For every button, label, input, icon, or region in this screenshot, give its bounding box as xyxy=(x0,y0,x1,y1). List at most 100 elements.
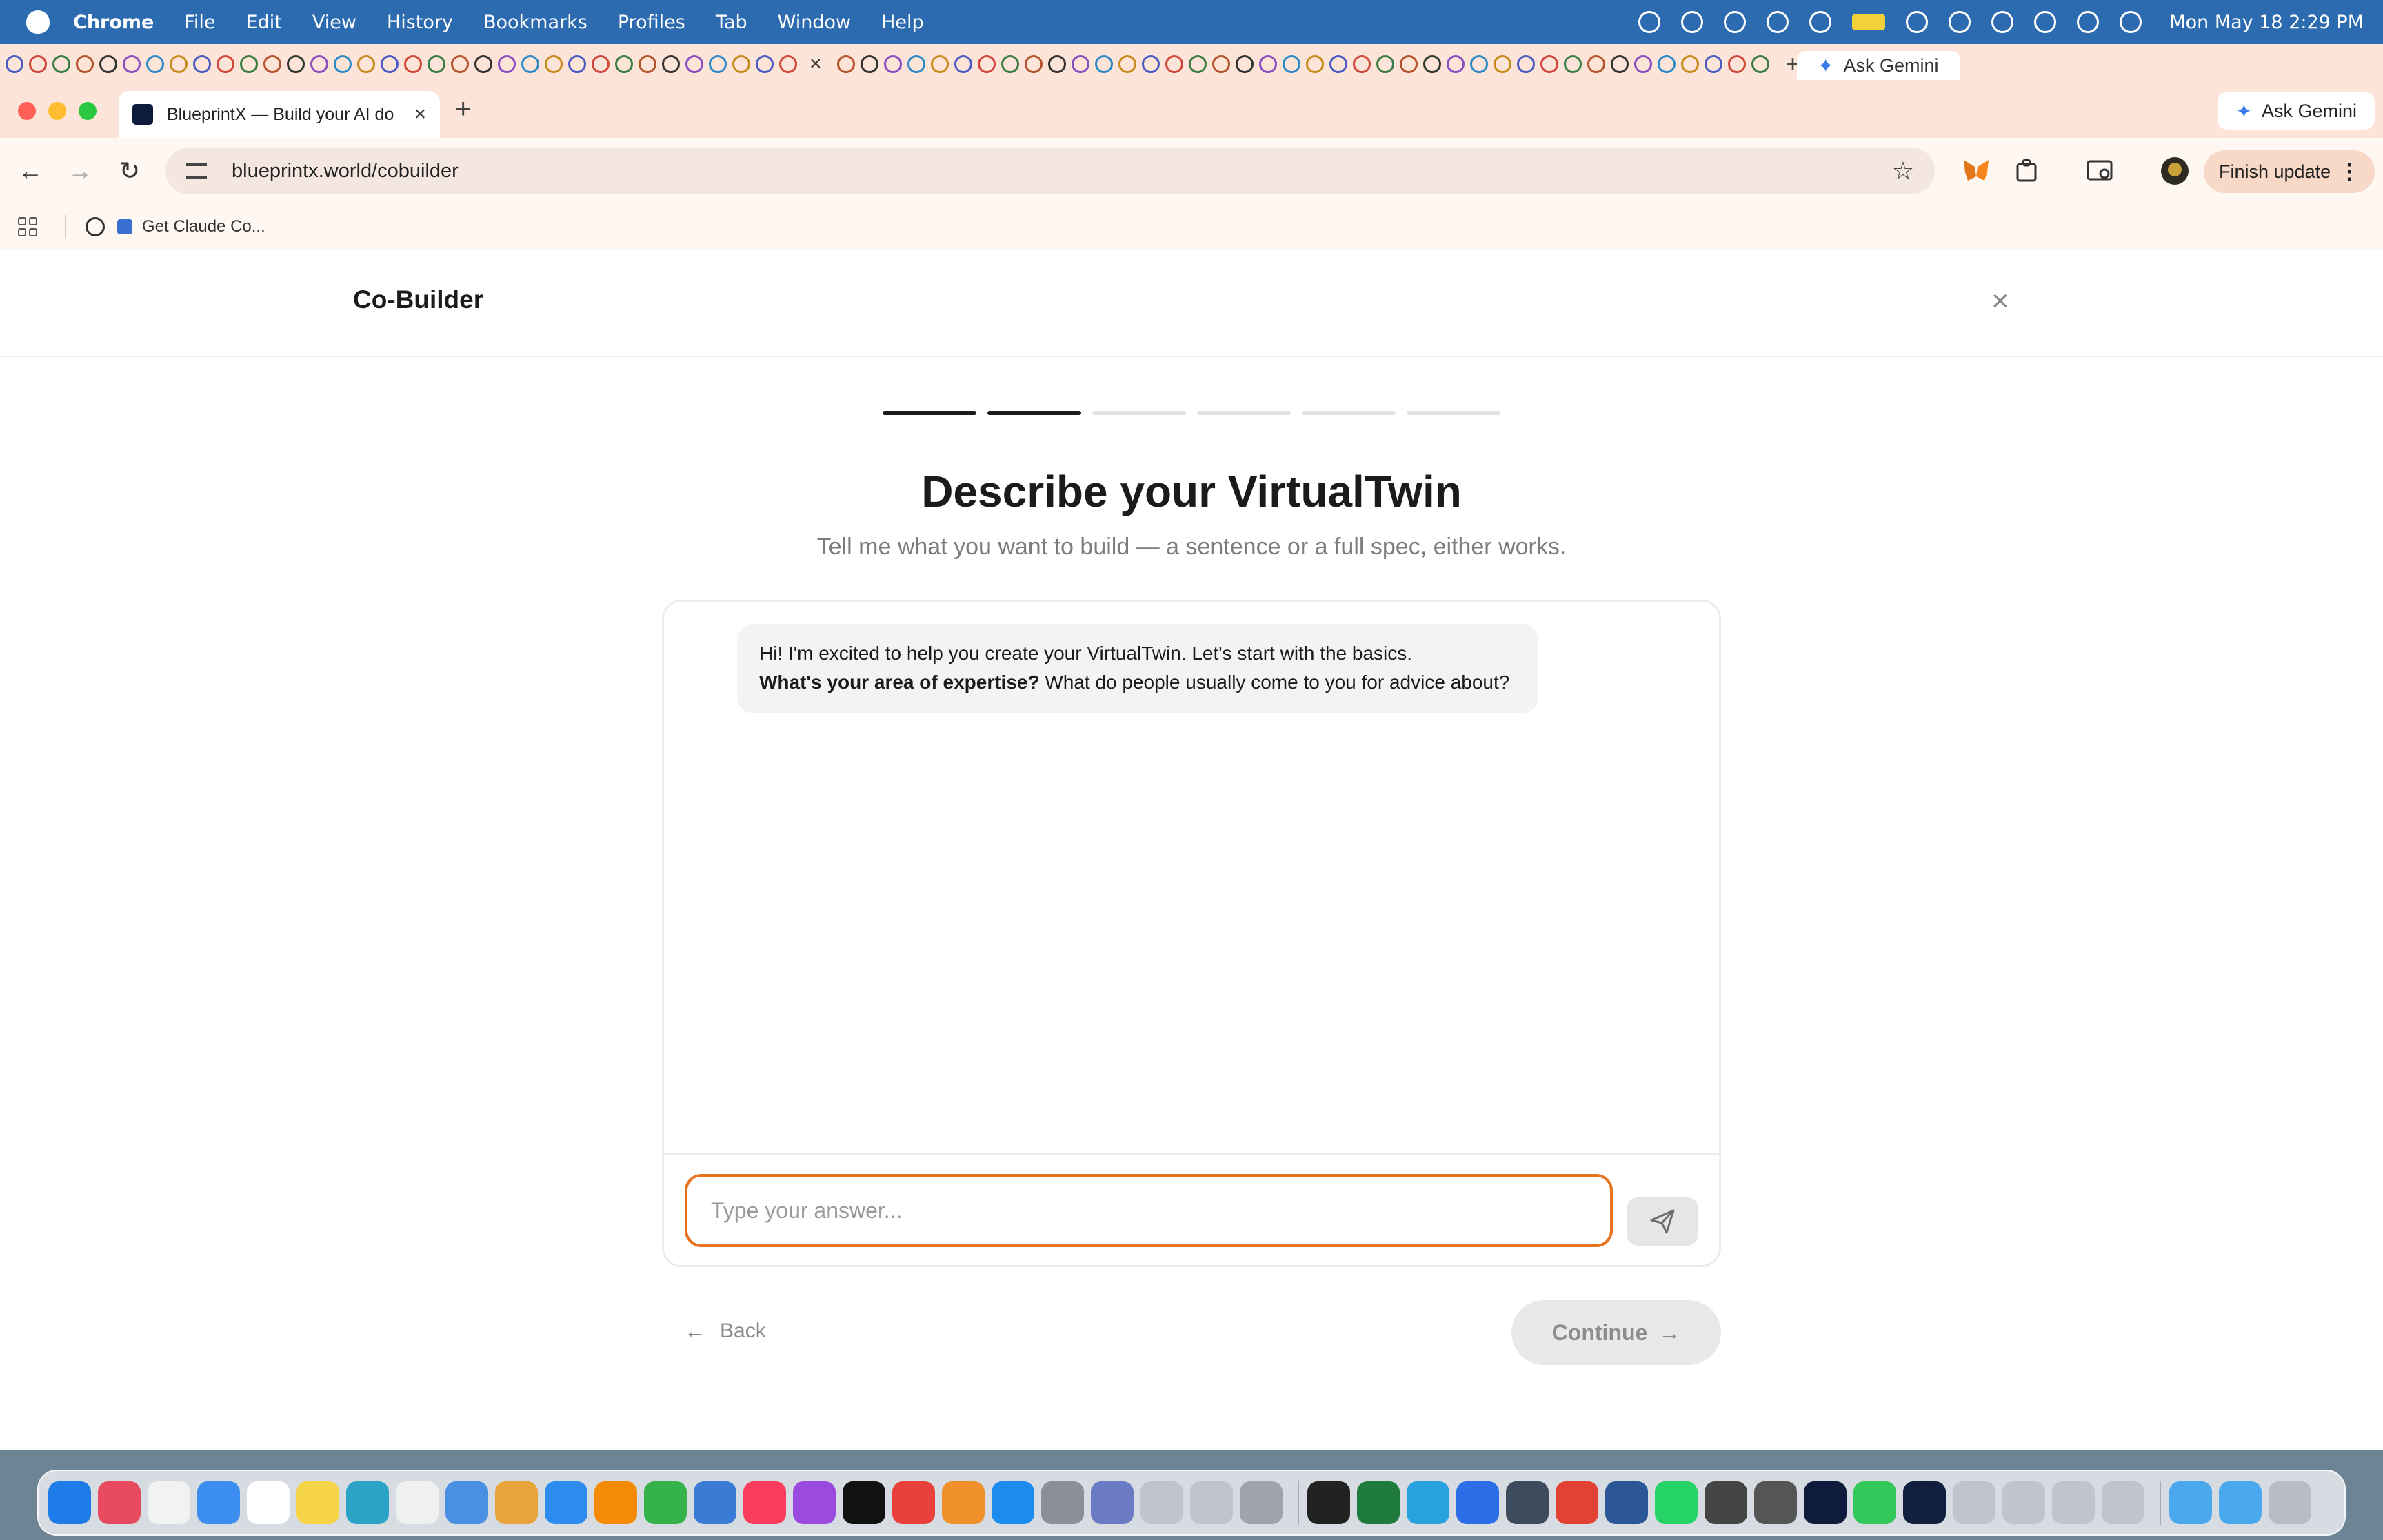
pinned-tab-favicon-icon[interactable] xyxy=(907,55,925,73)
folder-icon[interactable] xyxy=(2169,1481,2212,1524)
pinned-tab-favicon-icon[interactable] xyxy=(592,55,610,73)
dock-app-icon[interactable] xyxy=(1307,1481,1350,1524)
tab-search-icon[interactable] xyxy=(2085,156,2115,186)
pinned-tab-favicon-icon[interactable] xyxy=(954,55,972,73)
window-minimize-button[interactable] xyxy=(48,102,66,120)
check-status-icon[interactable] xyxy=(1681,11,1704,33)
window-close-button[interactable] xyxy=(18,102,36,120)
pinned-tab-favicon-icon[interactable] xyxy=(1258,55,1277,73)
dock-app-icon[interactable] xyxy=(594,1481,637,1524)
menu-help[interactable]: Help xyxy=(881,12,924,33)
pinned-tab-favicon-icon[interactable] xyxy=(498,55,516,73)
pinned-tab-favicon-icon[interactable] xyxy=(29,55,47,73)
dock-app-icon[interactable] xyxy=(1556,1481,1598,1524)
pinned-tab-favicon-icon[interactable] xyxy=(709,55,727,73)
tab-close-icon[interactable]: × xyxy=(414,103,426,126)
creative-cloud-icon[interactable] xyxy=(1809,11,1832,33)
menu-window[interactable]: Window xyxy=(778,12,851,33)
send-button[interactable] xyxy=(1627,1197,1698,1246)
dock-app-icon[interactable] xyxy=(98,1481,141,1524)
pinned-tab-favicon-icon[interactable] xyxy=(404,55,422,73)
menu-history[interactable]: History xyxy=(387,12,453,33)
pinned-tab-favicon-icon[interactable] xyxy=(52,55,70,73)
pinned-tab-favicon-icon[interactable] xyxy=(310,55,328,73)
pinned-tab-favicon-icon[interactable] xyxy=(977,55,996,73)
address-bar-url[interactable]: blueprintx.world/cobuilder xyxy=(232,160,1892,183)
control-center-icon[interactable] xyxy=(2120,11,2142,33)
pinned-tab-favicon-icon[interactable] xyxy=(428,55,445,73)
spotlight-search-icon[interactable] xyxy=(2077,11,2100,33)
menu-tab[interactable]: Tab xyxy=(716,12,747,33)
folder-icon[interactable] xyxy=(2219,1481,2262,1524)
pinned-tab-favicon-icon[interactable] xyxy=(1235,55,1254,73)
answer-input[interactable] xyxy=(685,1174,1613,1247)
pinned-tab-favicon-icon[interactable] xyxy=(1540,55,1558,73)
pinned-tab-favicon-icon[interactable] xyxy=(217,55,234,73)
battery-icon[interactable] xyxy=(1852,14,1886,30)
pinned-tab-favicon-icon[interactable] xyxy=(170,55,188,73)
pinned-tab-favicon-icon[interactable] xyxy=(1516,55,1535,73)
dock-app-icon[interactable] xyxy=(1140,1481,1183,1524)
pinned-tab-favicon-icon[interactable] xyxy=(1141,55,1160,73)
pinned-tab-favicon-icon[interactable] xyxy=(1165,55,1183,73)
dock-app-icon[interactable] xyxy=(1357,1481,1400,1524)
pinned-tab-favicon-icon[interactable] xyxy=(568,55,586,73)
dock-app-icon[interactable] xyxy=(1605,1481,1648,1524)
bookmark-star-icon[interactable]: ☆ xyxy=(1892,156,1914,185)
dock-app-icon[interactable] xyxy=(1754,1481,1797,1524)
pinned-tab-favicon-icon[interactable] xyxy=(1399,55,1418,73)
extensions-puzzle-icon[interactable] xyxy=(2012,156,2042,186)
dock-app-icon[interactable] xyxy=(1506,1481,1549,1524)
menubar-clock[interactable]: Mon May 18 2:29 PM xyxy=(2169,12,2364,33)
dock-app-icon[interactable] xyxy=(445,1481,488,1524)
dock-app-icon[interactable] xyxy=(1091,1481,1134,1524)
pinned-tab-favicon-icon[interactable] xyxy=(732,55,750,73)
pinned-tab-favicon-icon[interactable] xyxy=(1094,55,1113,73)
trash-icon[interactable] xyxy=(2269,1481,2311,1524)
menu-app-name[interactable]: Chrome xyxy=(73,12,154,33)
pinned-tab-favicon-icon[interactable] xyxy=(99,55,117,73)
close-icon[interactable]: × xyxy=(810,52,822,76)
pinned-tab-favicon-icon[interactable] xyxy=(521,55,539,73)
app-status-icon[interactable] xyxy=(1767,11,1789,33)
pinned-tab-favicon-icon[interactable] xyxy=(146,55,164,73)
zoom-status-icon[interactable] xyxy=(1638,11,1661,33)
dock-app-icon[interactable] xyxy=(545,1481,587,1524)
ask-gemini-button[interactable]: ✦ Ask Gemini xyxy=(2218,92,2375,130)
dock-app-icon[interactable] xyxy=(1804,1481,1847,1524)
dock-app-icon[interactable] xyxy=(1903,1481,1946,1524)
metamask-icon[interactable] xyxy=(1961,156,1991,186)
user-icon[interactable] xyxy=(1949,11,1971,33)
pinned-tab-favicon-icon[interactable] xyxy=(1446,55,1465,73)
dock-app-icon[interactable] xyxy=(743,1481,786,1524)
dock-app-icon[interactable] xyxy=(396,1481,439,1524)
dock-app-icon[interactable] xyxy=(1853,1481,1896,1524)
pinned-tab-favicon-icon[interactable] xyxy=(357,55,375,73)
dock-app-icon[interactable] xyxy=(2052,1481,2095,1524)
pinned-tab-favicon-icon[interactable] xyxy=(193,55,211,73)
back-arrow-icon[interactable]: ← xyxy=(12,153,48,189)
pinned-tab-favicon-icon[interactable] xyxy=(1118,55,1136,73)
play-icon[interactable] xyxy=(1991,11,2014,33)
bookmark-get-claude[interactable]: Get Claude Co... xyxy=(142,217,265,236)
address-bar[interactable]: blueprintx.world/cobuilder ☆ xyxy=(165,148,1935,194)
pinned-tab-favicon-icon[interactable] xyxy=(76,55,94,73)
dock-app-icon[interactable] xyxy=(1041,1481,1084,1524)
dock-app-icon[interactable] xyxy=(1655,1481,1698,1524)
pinned-tab-favicon-icon[interactable] xyxy=(756,55,774,73)
dock-app-icon[interactable] xyxy=(2102,1481,2144,1524)
notification-status-icon[interactable] xyxy=(1724,11,1747,33)
dock-app-icon[interactable] xyxy=(197,1481,240,1524)
pinned-tab-favicon-icon[interactable] xyxy=(1282,55,1300,73)
pinned-tab-favicon-icon[interactable] xyxy=(1305,55,1324,73)
time-machine-icon[interactable] xyxy=(2034,11,2057,33)
pinned-tab-favicon-icon[interactable] xyxy=(287,55,305,73)
pinned-tab-favicon-icon[interactable] xyxy=(6,55,23,73)
pinned-tab-favicon-icon[interactable] xyxy=(930,55,949,73)
pinned-tab-favicon-icon[interactable] xyxy=(1704,55,1722,73)
pinned-tab-favicon-icon[interactable] xyxy=(1001,55,1019,73)
pinned-tab-favicon-icon[interactable] xyxy=(263,55,281,73)
ask-gemini-tab[interactable]: ✦ Ask Gemini xyxy=(1797,51,1960,80)
pinned-tab-favicon-icon[interactable] xyxy=(1680,55,1699,73)
dock-app-icon[interactable] xyxy=(694,1481,736,1524)
